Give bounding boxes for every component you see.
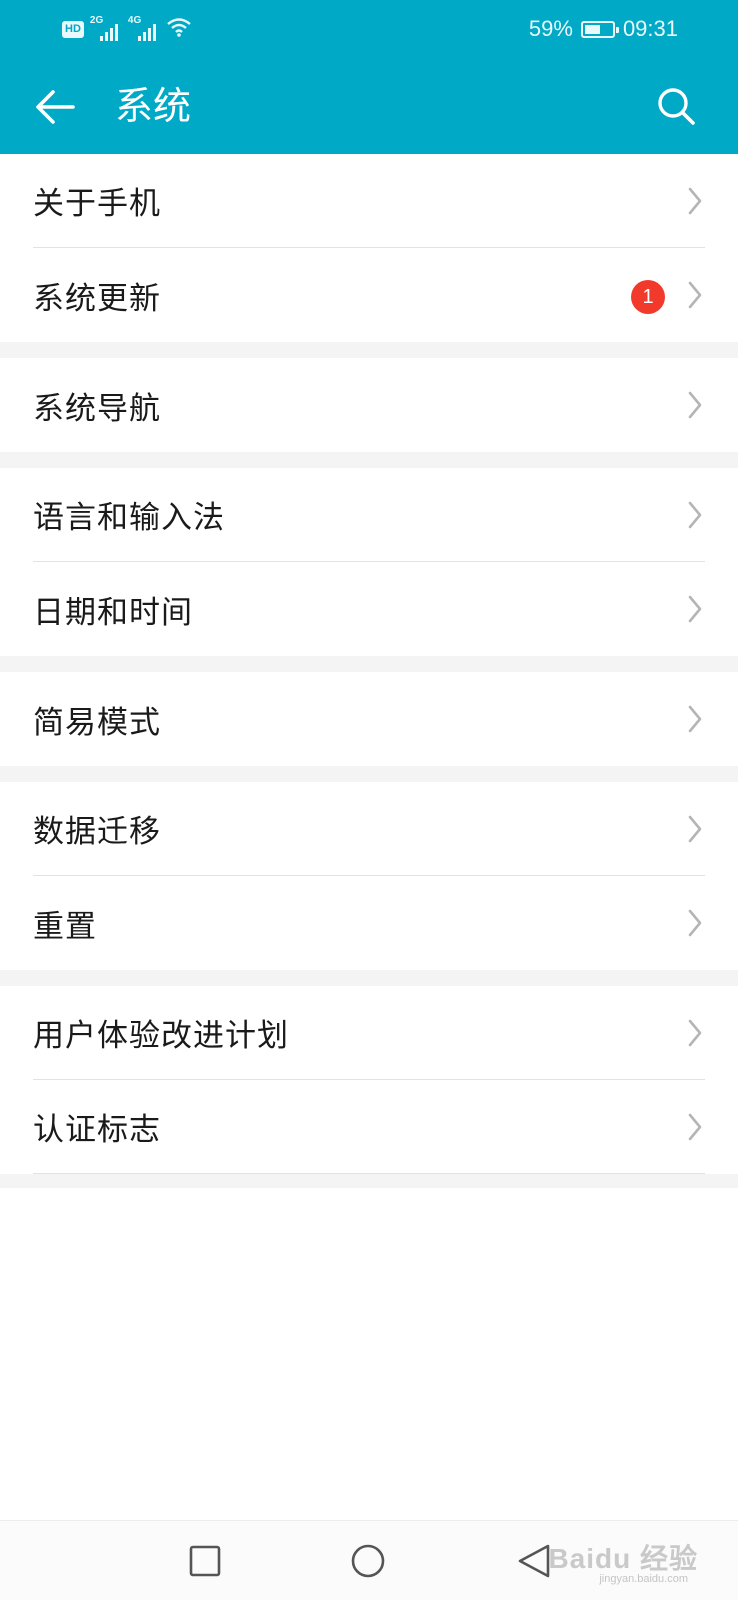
settings-item-certification-logos[interactable]: 认证标志 [33, 1080, 705, 1174]
settings-group: 用户体验改进计划 认证标志 [0, 986, 738, 1174]
status-bar: HD 2G 4G 59% 09:31 [0, 0, 738, 58]
wifi-icon [166, 17, 192, 41]
settings-group: 数据迁移 重置 [0, 782, 738, 970]
battery-icon [580, 20, 619, 38]
settings-item-label: 数据迁移 [33, 814, 161, 850]
signal-icon: 2G [90, 15, 122, 41]
chevron-right-icon [688, 705, 702, 733]
settings-item-language-input[interactable]: 语言和输入法 [33, 468, 705, 562]
settings-item-date-time[interactable]: 日期和时间 [33, 562, 705, 656]
settings-item-system-update[interactable]: 系统更新 1 [33, 248, 705, 342]
settings-item-about-phone[interactable]: 关于手机 [33, 154, 705, 248]
signal-icon: 4G [128, 15, 160, 41]
chevron-right-icon [688, 501, 702, 529]
app-bar: 系统 [0, 58, 738, 154]
watermark-logo: Baidu 经验 [548, 1543, 698, 1574]
chevron-right-icon [688, 909, 702, 937]
settings-item-label: 日期和时间 [33, 594, 193, 631]
settings-item-system-navigation[interactable]: 系统导航 [33, 358, 705, 452]
status-icons-right: 59% 09:31 [529, 14, 678, 44]
settings-item-label: 重置 [33, 908, 97, 945]
chevron-right-icon [688, 815, 702, 843]
watermark-url: jingyan.baidu.com [599, 1573, 688, 1585]
page-title: 系统 [115, 84, 192, 128]
chevron-right-icon [688, 281, 702, 309]
home-button[interactable] [342, 1535, 394, 1587]
settings-group: 系统导航 [0, 358, 738, 452]
settings-item-reset[interactable]: 重置 [33, 876, 705, 970]
circle-icon [351, 1544, 385, 1578]
chevron-right-icon [688, 391, 702, 419]
settings-item-user-experience[interactable]: 用户体验改进计划 [33, 986, 705, 1080]
settings-item-simple-mode[interactable]: 简易模式 [33, 672, 705, 766]
battery-percent: 59% [528, 16, 573, 41]
settings-group: 关于手机 系统更新 1 [0, 154, 738, 342]
settings-item-label: 语言和输入法 [33, 500, 225, 536]
hd-icon: HD [62, 20, 84, 38]
back-button[interactable] [30, 82, 80, 132]
settings-group: 简易模式 [0, 672, 738, 766]
square-icon [189, 1545, 221, 1577]
settings-item-label: 系统导航 [33, 390, 161, 427]
settings-item-label: 简易模式 [33, 704, 161, 741]
status-icons-left: HD 2G 4G [62, 15, 192, 42]
triangle-back-icon [518, 1544, 550, 1578]
chevron-right-icon [688, 1113, 702, 1141]
empty-area [0, 1188, 738, 1520]
settings-item-label: 系统更新 [33, 280, 161, 317]
chevron-right-icon [688, 1019, 702, 1047]
navigation-bar: Baidu 经验 jingyan.baidu.com [0, 1520, 738, 1600]
settings-group: 语言和输入法 日期和时间 [0, 468, 738, 656]
search-icon [658, 88, 695, 125]
clock: 09:31 [622, 16, 678, 41]
settings-item-label: 关于手机 [33, 186, 161, 222]
search-button[interactable] [652, 82, 700, 130]
settings-item-data-migration[interactable]: 数据迁移 [33, 782, 705, 876]
settings-item-label: 认证标志 [33, 1112, 161, 1148]
chevron-right-icon [688, 187, 702, 215]
settings-item-label: 用户体验改进计划 [33, 1018, 289, 1054]
recent-apps-button[interactable] [179, 1535, 231, 1587]
settings-list: 关于手机 系统更新 1 系统导航 语言和输入法 日期和时间 简易模式 数据迁移 … [0, 154, 738, 1174]
chevron-right-icon [688, 595, 702, 623]
arrow-left-icon [36, 90, 75, 124]
notification-badge: 1 [631, 280, 665, 314]
